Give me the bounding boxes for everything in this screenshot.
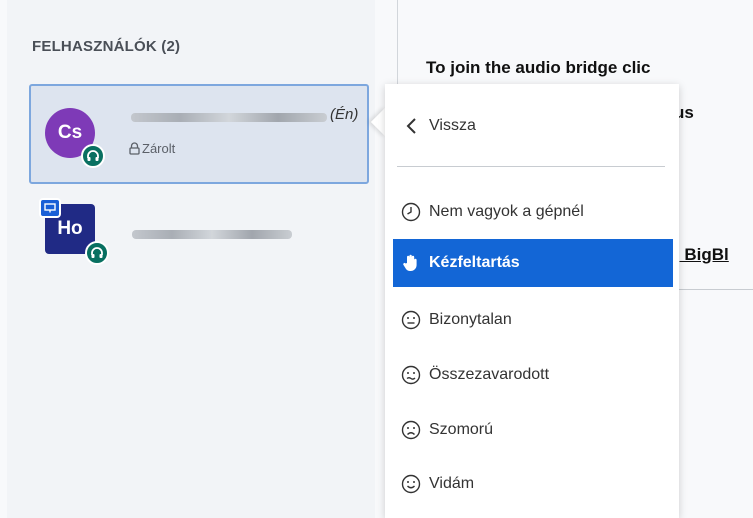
menu-item-label: Bizonytalan xyxy=(429,311,512,328)
users-heading: FELHASZNÁLÓK (2) xyxy=(32,38,181,55)
neutral-face-icon xyxy=(393,310,429,330)
menu-item-label: Vidám xyxy=(429,475,475,492)
chevron-left-icon xyxy=(393,117,429,135)
blurred-username xyxy=(132,230,292,239)
clock-icon xyxy=(393,202,429,222)
avatar-initials: Ho xyxy=(57,218,83,239)
audio-join-text: To join the audio bridge clic xyxy=(426,58,651,77)
locked-status: Zárolt xyxy=(129,141,175,156)
lock-icon xyxy=(129,142,140,155)
user-list-item[interactable]: Ho xyxy=(29,190,369,270)
hand-icon xyxy=(393,253,429,273)
sad-face-icon xyxy=(393,420,429,440)
back-button[interactable]: Vissza xyxy=(393,102,673,150)
menu-item-confused[interactable]: Összezavarodott xyxy=(393,351,673,399)
headset-icon xyxy=(81,144,105,168)
status-menu: Vissza Nem vagyok a gépnél Kézfeltartás … xyxy=(385,84,679,518)
you-label: (Én) xyxy=(330,106,359,123)
bigbluebutton-link[interactable]: ; BigBl xyxy=(674,245,729,265)
user-list-item-self[interactable]: Cs (Én) Zárolt xyxy=(29,84,369,184)
confused-face-icon xyxy=(393,365,429,385)
headset-icon xyxy=(85,241,109,265)
menu-item-away[interactable]: Nem vagyok a gépnél xyxy=(393,188,673,236)
menu-item-unsure[interactable]: Bizonytalan xyxy=(393,296,673,344)
happy-face-icon xyxy=(393,474,429,494)
menu-item-label: Nem vagyok a gépnél xyxy=(429,203,584,220)
menu-item-label: Összezavarodott xyxy=(429,366,550,383)
menu-item-raise-hand[interactable]: Kézfeltartás xyxy=(393,239,673,287)
back-label: Vissza xyxy=(429,117,476,134)
menu-item-happy[interactable]: Vidám xyxy=(393,460,673,508)
blurred-username xyxy=(131,113,327,122)
menu-divider xyxy=(397,166,665,167)
menu-item-sad[interactable]: Szomorú xyxy=(393,406,673,454)
presenter-icon xyxy=(39,198,61,218)
menu-item-label: Szomorú xyxy=(429,421,494,438)
user-list-sidebar: FELHASZNÁLÓK (2) Cs (Én) Zárolt Ho xyxy=(7,0,375,518)
menu-item-label: Kézfeltartás xyxy=(429,254,520,271)
avatar-initials: Cs xyxy=(57,122,83,143)
locked-label: Zárolt xyxy=(142,141,176,156)
